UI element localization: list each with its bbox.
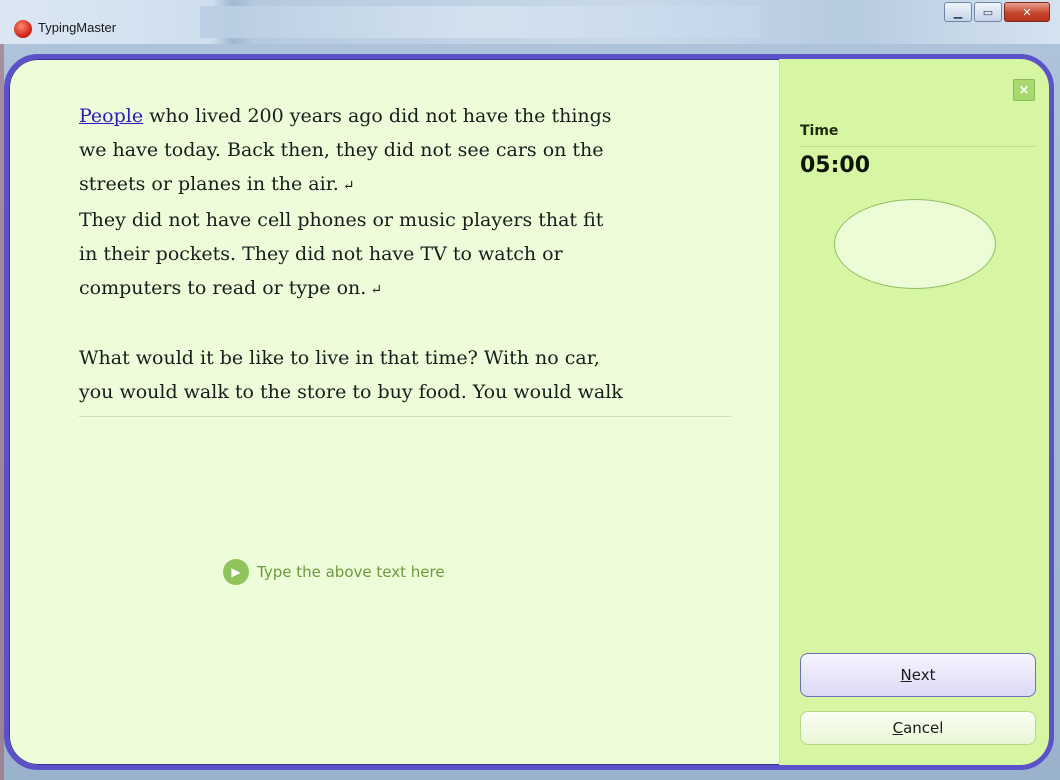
close-icon[interactable]: × — [1013, 79, 1035, 101]
typingmaster-window: TypingMaster ▁ ▭ ✕ People who lived 200 … — [0, 0, 1060, 780]
text-line-2: we have today. Back then, they did not s… — [79, 139, 604, 161]
return-mark-icon: ↵ — [370, 282, 383, 298]
return-mark-icon: ↵ — [342, 178, 355, 194]
minimize-button[interactable]: ▁ — [944, 2, 972, 22]
text-divider — [79, 416, 731, 417]
title-bar[interactable]: TypingMaster ▁ ▭ ✕ — [0, 0, 1060, 44]
play-icon: ▶ — [223, 559, 249, 585]
time-divider — [800, 146, 1036, 147]
text-line-4: They did not have cell phones or music p… — [79, 209, 604, 231]
text-line-5: in their pockets. They did not have TV t… — [79, 243, 563, 265]
text-line-8: you would walk to the store to buy food.… — [79, 381, 623, 403]
typing-input-area[interactable]: ▶ Type the above text here — [223, 559, 445, 585]
progress-ellipse — [834, 199, 996, 289]
current-word: People — [79, 105, 144, 127]
text-line-6: computers to read or type on. ↵ — [79, 277, 383, 299]
maximize-button[interactable]: ▭ — [974, 2, 1002, 22]
time-label: Time — [800, 123, 839, 139]
close-window-button[interactable]: ✕ — [1004, 2, 1050, 22]
side-panel: × Time 05:00 Next Cancel — [779, 59, 1049, 765]
text-pane: People who lived 200 years ago did not h… — [9, 59, 779, 765]
cancel-button[interactable]: Cancel — [800, 711, 1036, 745]
next-button[interactable]: Next — [800, 653, 1036, 697]
time-value: 05:00 — [800, 153, 871, 178]
window-controls: ▁ ▭ ✕ — [944, 2, 1050, 22]
text-line-1: People who lived 200 years ago did not h… — [79, 105, 612, 127]
title-bar-background — [200, 6, 760, 38]
type-hint-text: Type the above text here — [257, 563, 445, 581]
typing-test-dialog: People who lived 200 years ago did not h… — [4, 54, 1054, 770]
text-line-3: streets or planes in the air. ↵ — [79, 173, 355, 195]
lesson-text: People who lived 200 years ago did not h… — [79, 99, 739, 409]
typingmaster-logo-icon — [14, 20, 32, 38]
text-line-7: What would it be like to live in that ti… — [79, 347, 600, 369]
window-title: TypingMaster — [38, 20, 117, 35]
text-line-blank — [79, 307, 739, 341]
